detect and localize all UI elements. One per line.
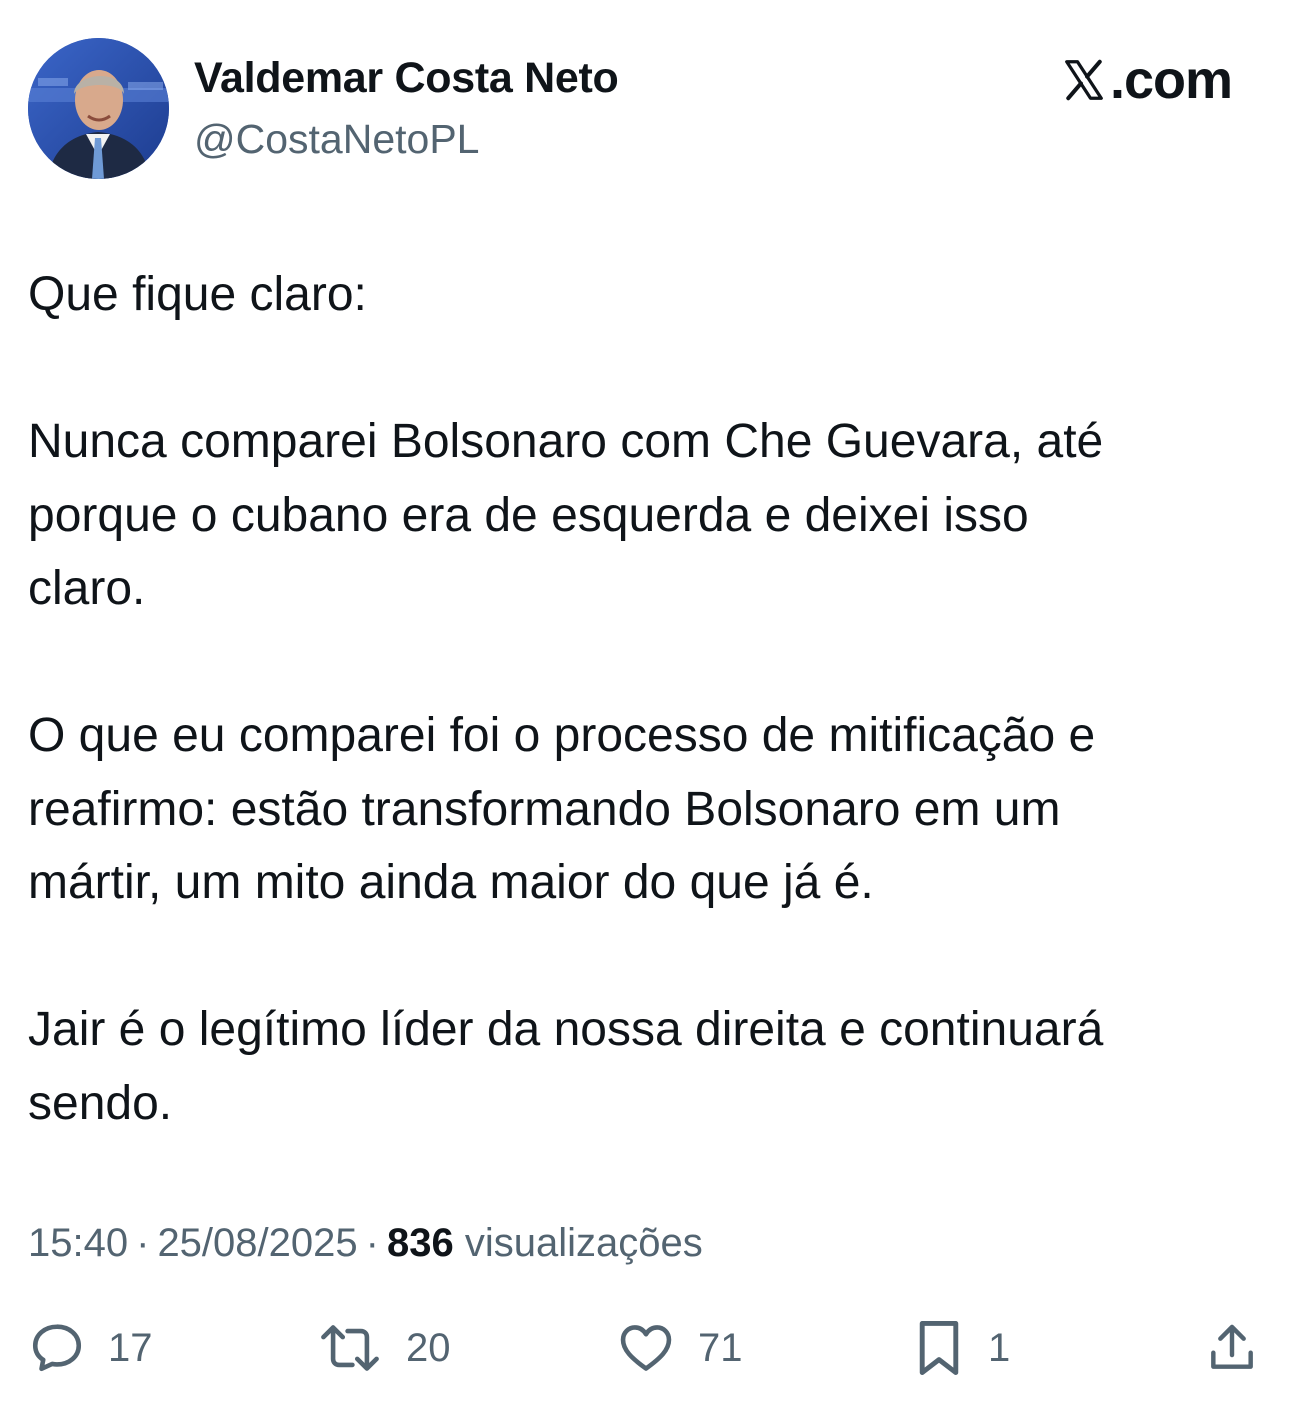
retweet-count: 20 (406, 1325, 451, 1370)
heart-icon (620, 1325, 672, 1371)
bookmark-icon (919, 1321, 959, 1375)
tweet-date[interactable]: 25/08/2025 (157, 1221, 357, 1265)
bookmark-button[interactable]: 1 (912, 1312, 1010, 1384)
meta-separator: · (136, 1221, 150, 1265)
x-logo: .com (1060, 48, 1233, 112)
retweet-button[interactable]: 20 (316, 1312, 451, 1384)
avatar-photo (28, 38, 169, 179)
like-button[interactable]: 71 (616, 1312, 743, 1384)
reply-button[interactable]: 17 (28, 1312, 153, 1384)
tweet-paragraph: O que eu comparei foi o processo de miti… (28, 709, 1096, 909)
bookmark-count: 1 (988, 1325, 1011, 1370)
views-label: visualizações (464, 1221, 703, 1265)
retweet-arrows-icon (321, 1325, 379, 1371)
tweet-meta: 15:40 · 25/08/2025 · 836 visualizações (28, 1217, 703, 1269)
tweet-paragraph: Nunca comparei Bolsonaro com Che Guevara… (28, 415, 1104, 615)
author-handle[interactable]: @CostaNetoPL (194, 114, 479, 164)
meta-separator: · (365, 1221, 379, 1265)
tweet-text: Que fique claro: Nunca comparei Bolsonar… (28, 258, 1248, 1140)
speech-bubble-icon (32, 1324, 82, 1372)
reply-count: 17 (108, 1325, 153, 1370)
avatar[interactable] (28, 38, 169, 179)
action-bar: 17 20 71 1 (0, 1312, 1290, 1384)
tweet-paragraph: Jair é o legítimo líder da nossa direita… (28, 1003, 1104, 1130)
tweet-time[interactable]: 15:40 (28, 1221, 128, 1265)
like-count: 71 (698, 1325, 743, 1370)
author-display-name[interactable]: Valdemar Costa Neto (194, 52, 619, 104)
x-domain-text: .com (1109, 50, 1233, 110)
share-button[interactable] (1204, 1312, 1260, 1384)
views-count: 836 (386, 1221, 454, 1265)
x-brand-icon (1065, 59, 1103, 101)
tweet-header: Valdemar Costa Neto @CostaNetoPL .com (0, 0, 1290, 200)
share-upload-icon (1211, 1324, 1253, 1369)
tweet-paragraph: Que fique claro: (28, 268, 367, 321)
